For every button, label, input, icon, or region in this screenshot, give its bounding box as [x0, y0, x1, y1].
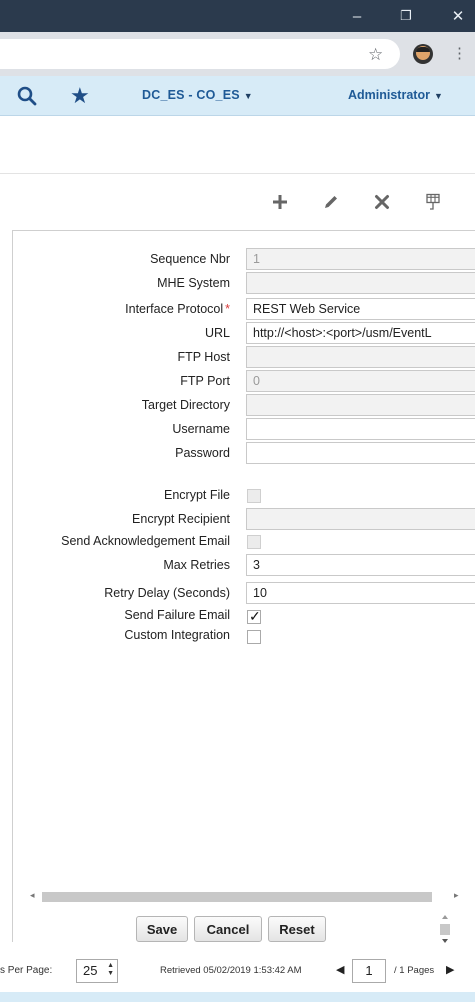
password-row: Password [0, 442, 475, 464]
user-label: Administrator [348, 88, 430, 102]
close-window-button[interactable]: ✕ [438, 0, 475, 32]
favorites-star-icon[interactable]: ★ [70, 83, 90, 109]
retry-delay-label: Retry Delay (Seconds) [104, 586, 230, 600]
sequence-nbr-label: Sequence Nbr [150, 252, 230, 266]
page-subheader [0, 116, 475, 174]
address-input[interactable] [0, 39, 400, 69]
url-row: URL http://<host>:<port>/usm/EventL [0, 322, 475, 344]
ftp-host-field [246, 346, 475, 368]
grid-config-button[interactable] [420, 189, 446, 215]
retrieved-timestamp: Retrieved 05/02/2019 1:53:42 AM [160, 965, 302, 976]
maximize-button[interactable]: ❐ [386, 0, 426, 32]
edit-button[interactable] [318, 189, 344, 215]
delete-button[interactable] [369, 189, 395, 215]
encrypt-recipient-field [246, 508, 475, 530]
custom-integration-label: Custom Integration [124, 628, 230, 642]
interface-protocol-row: Interface Protocol * REST Web Service [0, 298, 475, 320]
user-menu[interactable]: Administrator ▼ [348, 88, 443, 102]
username-label: Username [172, 422, 230, 436]
send-ack-email-label: Send Acknowledgement Email [61, 534, 230, 548]
minimize-button[interactable]: – [337, 0, 377, 32]
next-page-icon[interactable]: ▶ [446, 963, 454, 976]
mhe-system-row: MHE System [0, 272, 475, 294]
checkmark-icon: ✓ [249, 608, 261, 624]
per-page-label: s Per Page: [0, 965, 53, 976]
ftp-host-label: FTP Host [177, 350, 230, 364]
interface-protocol-select[interactable]: REST Web Service [246, 298, 475, 320]
ftp-host-row: FTP Host [0, 346, 475, 368]
target-directory-row: Target Directory [0, 394, 475, 416]
encrypt-recipient-row: Encrypt Recipient [0, 508, 475, 530]
facility-selector[interactable]: DC_ES - CO_ES ▼ [142, 88, 253, 102]
scroll-left-icon[interactable]: ◂ [30, 890, 35, 901]
search-icon[interactable] [16, 85, 38, 107]
mhe-system-label: MHE System [157, 276, 230, 290]
previous-page-icon[interactable]: ◀ [336, 963, 344, 976]
url-input[interactable]: http://<host>:<port>/usm/EventL [246, 322, 475, 344]
pagination-footer: s Per Page: 25 ▲ ▼ Retrieved 05/02/2019 1… [0, 950, 475, 992]
form-actions: Save Cancel Reset [0, 916, 475, 944]
encrypt-recipient-label: Encrypt Recipient [132, 512, 230, 526]
edit-icon [325, 196, 337, 208]
target-directory-label: Target Directory [141, 398, 230, 412]
grid-config-icon [426, 193, 440, 210]
profile-avatar[interactable] [413, 44, 433, 64]
ftp-port-label: FTP Port [180, 374, 230, 388]
save-button[interactable]: Save [136, 916, 188, 942]
username-input[interactable] [246, 418, 475, 440]
url-label: URL [204, 326, 230, 340]
ftp-port-field: 0 [246, 370, 475, 392]
interface-protocol-label: Interface Protocol * [125, 302, 230, 316]
browser-toolbar: ☆ ⋮ [0, 32, 475, 76]
sequence-nbr-row: Sequence Nbr 1 [0, 248, 475, 270]
add-icon [273, 195, 287, 209]
add-button[interactable] [267, 189, 293, 215]
retry-delay-row: Retry Delay (Seconds) 10 [0, 582, 475, 604]
send-failure-email-row: Send Failure Email ✓ [0, 606, 475, 626]
horizontal-scrollbar[interactable]: ◂ ▸ [28, 890, 465, 904]
password-input[interactable] [246, 442, 475, 464]
page-number-input[interactable]: 1 [352, 959, 386, 983]
per-page-stepper[interactable]: 25 ▲ ▼ [76, 959, 118, 983]
send-ack-email-checkbox [247, 535, 261, 549]
mhe-system-field [246, 272, 475, 294]
interface-protocol-text: Interface Protocol [125, 302, 224, 316]
bottom-strip [0, 992, 475, 1002]
page-total: / 1 Pages [394, 965, 435, 976]
sequence-nbr-field: 1 [246, 248, 475, 270]
max-retries-row: Max Retries 3 [0, 554, 475, 576]
max-retries-label: Max Retries [163, 558, 230, 572]
facility-label: DC_ES - CO_ES [142, 88, 240, 102]
username-row: Username [0, 418, 475, 440]
browser-menu-icon[interactable]: ⋮ [452, 44, 467, 62]
required-marker: * [225, 302, 230, 316]
window-titlebar: – ❐ ✕ [0, 0, 475, 32]
chevron-down-icon: ▼ [243, 91, 253, 101]
reset-button[interactable]: Reset [268, 916, 326, 942]
send-failure-email-checkbox[interactable]: ✓ [247, 608, 261, 624]
per-page-value: 25 [83, 963, 98, 978]
custom-integration-row: Custom Integration [0, 626, 475, 646]
cancel-button[interactable]: Cancel [194, 916, 262, 942]
scroll-right-icon[interactable]: ▸ [454, 890, 459, 901]
chevron-down-icon: ▼ [433, 91, 443, 101]
ftp-port-row: FTP Port 0 [0, 370, 475, 392]
encrypt-file-row: Encrypt File [0, 486, 475, 506]
password-label: Password [175, 446, 230, 460]
send-failure-email-label: Send Failure Email [124, 608, 230, 622]
max-retries-input[interactable]: 3 [246, 554, 475, 576]
delete-icon [375, 195, 389, 209]
encrypt-file-checkbox [247, 489, 261, 503]
custom-integration-checkbox[interactable] [247, 630, 261, 644]
spinner-icon[interactable]: ▲ ▼ [107, 962, 114, 978]
send-ack-email-row: Send Acknowledgement Email [0, 532, 475, 552]
retry-delay-input[interactable]: 10 [246, 582, 475, 604]
app-header: ★ DC_ES - CO_ES ▼ Administrator ▼ [0, 76, 475, 116]
detail-toolbar [0, 174, 475, 230]
encrypt-file-label: Encrypt File [164, 488, 230, 502]
bookmark-star-icon[interactable]: ☆ [368, 45, 383, 65]
target-directory-field [246, 394, 475, 416]
scrollbar-thumb[interactable] [42, 892, 432, 902]
